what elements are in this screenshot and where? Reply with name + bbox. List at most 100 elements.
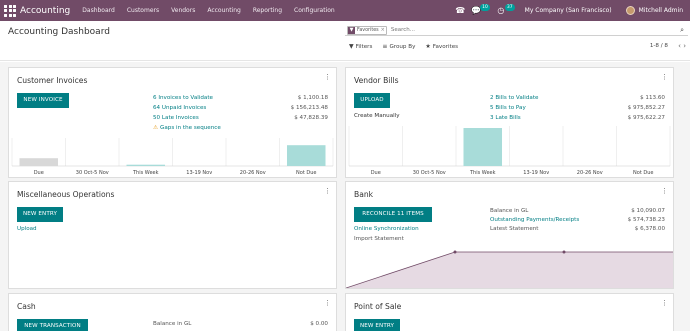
tick-label: This Week: [132, 170, 159, 176]
new-entry-button[interactable]: NEW ENTRY: [17, 207, 63, 222]
tick-label: 30 Oct-5 Nov: [76, 170, 109, 176]
bills-to-validate-value: $ 113.60: [640, 95, 665, 101]
latest-statement-value: $ 6,378.00: [634, 226, 665, 232]
card-title[interactable]: Bank: [354, 190, 373, 199]
chevron-right-icon[interactable]: ›: [683, 42, 686, 50]
kebab-menu-icon[interactable]: ⋮: [324, 300, 331, 307]
kebab-menu-icon[interactable]: ⋮: [661, 188, 668, 195]
bills-to-validate-link[interactable]: 2 Bills to Validate: [490, 95, 538, 101]
menu-accounting[interactable]: Accounting: [207, 7, 241, 14]
vendor-bills-card[interactable]: Vendor Bills ⋮ UPLOAD Create Manually 2 …: [345, 67, 674, 178]
latest-statement-label: Latest Statement: [490, 226, 539, 232]
pos-new-entry-button[interactable]: NEW ENTRY: [354, 319, 400, 331]
card-title[interactable]: Customer Invoices: [17, 76, 87, 85]
messages-badge: 10: [480, 4, 490, 11]
balance-gl-value: $ 10,090.07: [631, 208, 665, 214]
late-invoices-link[interactable]: 50 Late Invoices: [153, 115, 199, 121]
tick-label: This Week: [469, 170, 496, 176]
top-navbar: Accounting Dashboard Customers Vendors A…: [0, 0, 690, 21]
invoices-to-validate-link[interactable]: 6 Invoices to Validate: [153, 95, 213, 101]
card-title[interactable]: Miscellaneous Operations: [17, 190, 114, 199]
kebab-menu-icon[interactable]: ⋮: [324, 188, 331, 195]
search-box: ▼ Favorites × ⌕: [345, 25, 688, 36]
create-manually-link[interactable]: Create Manually: [354, 113, 400, 119]
gaps-warning[interactable]: ⚠ Gaps in the sequence: [153, 125, 221, 131]
layers-icon: ≡: [382, 43, 388, 50]
tick-label: 20-26 Nov: [240, 170, 266, 176]
data-point-3: [562, 250, 566, 254]
pager-nav: ‹ ›: [678, 42, 686, 50]
pager-value[interactable]: 1-8 / 8: [650, 43, 668, 49]
unpaid-invoices-link[interactable]: 64 Unpaid Invoices: [153, 105, 206, 111]
late-bills-link[interactable]: 3 Late Bills: [490, 115, 521, 121]
menu-customers[interactable]: Customers: [127, 7, 159, 14]
navbar-systray: ☎ 💬 10 ◷ 37 My Company (San Francisco) M…: [455, 0, 690, 21]
customer-invoices-card[interactable]: Customer Invoices ⋮ NEW INVOICE 6 Invoic…: [8, 67, 337, 178]
bank-card[interactable]: Bank ⋮ RECONCILE 11 ITEMS Online Synchro…: [345, 181, 674, 289]
favorites-label: Favorites: [432, 43, 459, 50]
outstanding-payments-link[interactable]: Outstanding Payments/Receipts: [490, 217, 579, 223]
favorites-facet[interactable]: ▼ Favorites ×: [347, 25, 387, 35]
menu-configuration[interactable]: Configuration: [294, 7, 335, 14]
cash-card[interactable]: Cash ⋮ NEW TRANSACTION Balance in GL $ 0…: [8, 293, 337, 331]
tick-label: Not Due: [296, 170, 316, 176]
kebab-menu-icon[interactable]: ⋮: [661, 300, 668, 307]
company-switcher[interactable]: My Company (San Francisco): [525, 7, 612, 14]
tick-label: 13-19 Nov: [186, 170, 212, 176]
balance-gl-label: Balance in GL: [490, 208, 529, 214]
point-of-sale-card[interactable]: Point of Sale ⋮ NEW ENTRY: [345, 293, 674, 331]
bills-to-pay-link[interactable]: 5 Bills to Pay: [490, 105, 526, 111]
upload-link[interactable]: Upload: [17, 226, 37, 232]
tick-label: Due: [34, 170, 44, 176]
star-icon: ★: [425, 43, 431, 50]
data-point-2: [453, 250, 457, 254]
page-title: Accounting Dashboard: [8, 27, 110, 37]
kebab-menu-icon[interactable]: ⋮: [324, 74, 331, 81]
invoices-to-validate-value: $ 1,100.18: [297, 95, 328, 101]
customer-invoices-chart[interactable]: Due 30 Oct-5 Nov This Week 13-19 Nov 20-26 N…: [9, 138, 336, 178]
new-invoice-button[interactable]: NEW INVOICE: [17, 93, 69, 108]
outstanding-payments-value: $ 574,738.23: [627, 217, 665, 223]
menu-dashboard[interactable]: Dashboard: [82, 7, 115, 14]
gaps-warning-text: Gaps in the sequence: [160, 125, 221, 131]
search-options: ▼ Filters ≡ Group By ★ Favorites: [349, 43, 468, 50]
activities-badge: 37: [504, 4, 515, 11]
upload-button[interactable]: UPLOAD: [354, 93, 390, 108]
import-statement-link[interactable]: Import Statement: [354, 236, 404, 242]
new-transaction-button[interactable]: NEW TRANSACTION: [17, 319, 88, 331]
menu-reporting[interactable]: Reporting: [253, 7, 282, 14]
card-title[interactable]: Vendor Bills: [354, 76, 399, 85]
area-fill: [346, 252, 673, 288]
filters-button[interactable]: ▼ Filters: [349, 43, 372, 50]
cash-balance-gl-value: $ 0.00: [310, 321, 328, 327]
user-menu[interactable]: Mitchell Admin: [639, 7, 683, 14]
kebab-menu-icon[interactable]: ⋮: [661, 74, 668, 81]
app-brand[interactable]: Accounting: [20, 6, 70, 16]
bar-3: [126, 164, 166, 166]
vendor-bills-chart[interactable]: Due 30 Oct-5 Nov This Week 13-19 Nov 20-26 N…: [346, 126, 673, 178]
dashboard-area: Customer Invoices ⋮ NEW INVOICE 6 Invoic…: [0, 62, 690, 331]
bank-balance-chart[interactable]: [346, 248, 673, 288]
phone-icon[interactable]: ☎: [455, 6, 465, 16]
online-sync-link[interactable]: Online Synchronization: [354, 226, 419, 232]
tick-label: Not Due: [633, 170, 653, 176]
search-icon[interactable]: ⌕: [680, 26, 684, 35]
bar-3: [463, 128, 503, 166]
groupby-label: Group By: [389, 43, 416, 50]
favorites-button[interactable]: ★ Favorites: [425, 43, 458, 50]
menu-vendors[interactable]: Vendors: [171, 7, 195, 14]
bar-1: [19, 158, 59, 166]
search-input[interactable]: [390, 27, 591, 33]
reconcile-button[interactable]: RECONCILE 11 ITEMS: [354, 207, 432, 222]
tick-label: 20-26 Nov: [577, 170, 603, 176]
chevron-left-icon[interactable]: ‹: [678, 42, 681, 50]
card-title[interactable]: Point of Sale: [354, 302, 401, 311]
cash-balance-gl-label: Balance in GL: [153, 321, 192, 327]
remove-facet-icon[interactable]: ×: [381, 27, 386, 33]
app-menu-icon[interactable]: [3, 4, 17, 18]
bar-6: [286, 145, 326, 166]
card-title[interactable]: Cash: [17, 302, 36, 311]
avatar[interactable]: [625, 6, 635, 15]
misc-operations-card[interactable]: Miscellaneous Operations ⋮ NEW ENTRY Upl…: [8, 181, 337, 289]
groupby-button[interactable]: ≡ Group By: [382, 43, 415, 50]
